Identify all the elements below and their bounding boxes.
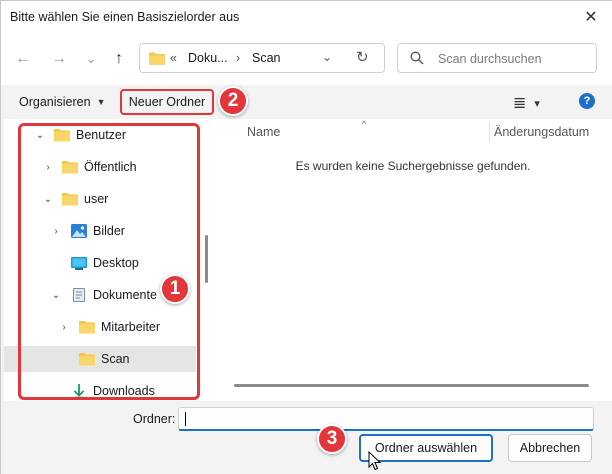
documents-icon (73, 288, 85, 302)
window-title: Bitte wählen Sie einen Basiszielorder au… (10, 10, 240, 24)
chevron-placeholder (51, 386, 61, 396)
download-icon (73, 384, 85, 398)
search-icon (410, 51, 424, 65)
tree-item-benutzer[interactable]: ⌄ Benutzer (4, 122, 196, 148)
tree-item-label: Scan (101, 352, 130, 366)
navigation-bar: ← → ⌄ ↑ « Doku... › Scan ⌄ ↻ Scan durchs… (1, 33, 612, 85)
tree-scrollbar[interactable] (205, 235, 208, 283)
command-bar: Organisieren ▼ Neuer Ordner ≣ ▾ ? (1, 85, 612, 119)
address-overflow[interactable]: « (170, 51, 177, 65)
new-folder-button[interactable]: Neuer Ordner (120, 89, 214, 115)
search-box[interactable]: Scan durchsuchen (397, 43, 597, 73)
folder-icon (62, 161, 78, 174)
step-badge-3: 3 (317, 424, 347, 454)
column-header-name[interactable]: Name (247, 125, 280, 139)
up-button[interactable]: ↑ (107, 47, 131, 71)
desktop-icon (71, 257, 87, 270)
arrow-right-icon: → (51, 50, 67, 67)
text-caret (185, 412, 186, 426)
sort-indicator-icon: ^ (362, 119, 367, 129)
refresh-icon[interactable]: ↻ (356, 48, 369, 66)
view-options-button[interactable]: ≣ ▾ (513, 93, 540, 113)
folder-picker-dialog: Bitte wählen Sie einen Basiszielorder au… (0, 0, 612, 474)
folder-icon (149, 52, 165, 65)
address-bar[interactable]: « Doku... › Scan ⌄ ↻ (139, 43, 385, 73)
column-divider[interactable] (489, 123, 490, 141)
title-bar: Bitte wählen Sie einen Basiszielorder au… (1, 1, 612, 33)
horizontal-scrollbar[interactable] (234, 384, 589, 387)
organize-menu-button[interactable]: Organisieren ▼ (19, 95, 106, 109)
mouse-pointer-icon (368, 451, 382, 471)
chevron-right-icon[interactable]: › (43, 162, 53, 173)
column-header-date[interactable]: Änderungsdatum (494, 125, 589, 139)
tree-item-label: Desktop (93, 256, 139, 270)
step-badge-2: 2 (218, 86, 248, 116)
step-badge-1: 1 (160, 274, 190, 304)
new-folder-label: Neuer Ordner (128, 95, 206, 109)
folder-name-input[interactable] (178, 407, 594, 431)
cancel-label: Abbrechen (519, 441, 581, 455)
tree-item-label: Bilder (93, 224, 125, 238)
cancel-button[interactable]: Abbrechen (508, 434, 592, 462)
tree-item-label: user (84, 192, 109, 206)
chevron-down-icon[interactable]: ⌄ (35, 130, 45, 141)
folder-field-label: Ordner: (133, 412, 176, 426)
address-separator: › (236, 51, 241, 65)
tree-item-label: Benutzer (76, 128, 127, 142)
empty-state-message: Es wurden keine Suchergebnisse gefunden. (295, 159, 531, 173)
chevron-placeholder (59, 354, 69, 364)
arrow-left-icon: ← (15, 50, 31, 67)
list-view-icon: ≣ (513, 95, 527, 112)
chevron-placeholder (51, 258, 61, 268)
chevron-down-icon[interactable]: ⌄ (51, 290, 61, 301)
tree-item-scan[interactable]: Scan (4, 346, 196, 372)
tree-item-bilder[interactable]: › Bilder (4, 218, 196, 244)
folder-icon (79, 321, 95, 334)
arrow-up-icon: ↑ (115, 50, 123, 67)
navigation-tree[interactable]: ⌄ Benutzer › Öffentlich ⌄ user › Bilder … (4, 119, 214, 401)
pictures-icon (71, 224, 87, 238)
tree-item-downloads[interactable]: Downloads (4, 378, 196, 401)
close-icon: ✕ (584, 9, 598, 26)
forward-button[interactable]: → (47, 47, 71, 71)
folder-icon (79, 353, 95, 366)
chevron-down-icon[interactable]: ⌄ (322, 50, 332, 64)
tree-item-label: Dokumente (93, 288, 157, 302)
dialog-footer: Ordner: Ordner auswählen Abbrechen (1, 401, 612, 474)
tree-item-label: Mitarbeiter (101, 320, 161, 334)
tree-item-label: Öffentlich (84, 160, 137, 174)
folder-icon (54, 129, 70, 142)
select-folder-label: Ordner auswählen (374, 441, 478, 455)
chevron-right-icon[interactable]: › (51, 226, 61, 237)
tree-item-user[interactable]: ⌄ user (4, 186, 196, 212)
chevron-down-icon: ⌄ (85, 51, 97, 66)
file-list[interactable]: ^ Name Änderungsdatum Es wurden keine Su… (214, 119, 612, 401)
tree-item-mitarbeiter[interactable]: › Mitarbeiter (4, 314, 196, 340)
search-placeholder: Scan durchsuchen (438, 52, 542, 66)
tree-item-label: Downloads (93, 384, 155, 398)
recent-locations-button[interactable]: ⌄ (79, 47, 103, 71)
chevron-right-icon[interactable]: › (59, 322, 69, 333)
tree-item-desktop[interactable]: Desktop (4, 250, 196, 276)
organize-label: Organisieren (19, 95, 91, 109)
address-segment-scan[interactable]: Scan (252, 51, 281, 65)
close-button[interactable]: ✕ (575, 5, 607, 29)
caret-down-icon: ▾ (534, 97, 540, 110)
folder-icon (62, 193, 78, 206)
help-icon: ? (583, 95, 591, 107)
help-button[interactable]: ? (579, 93, 595, 109)
chevron-down-icon[interactable]: ⌄ (43, 194, 53, 205)
back-button[interactable]: ← (11, 47, 35, 71)
caret-down-icon: ▼ (96, 97, 106, 107)
address-segment-dokumente[interactable]: Doku... (188, 51, 228, 65)
tree-item-oeffentlich[interactable]: › Öffentlich (4, 154, 196, 180)
